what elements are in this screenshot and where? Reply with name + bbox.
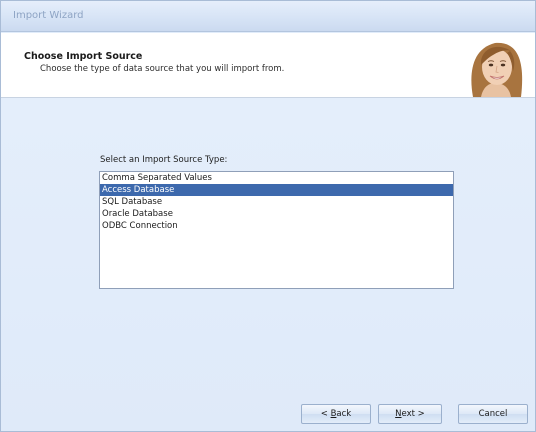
import-source-label: Select an Import Source Type: [100,155,228,165]
page-subtitle: Choose the type of data source that you … [40,64,285,74]
list-item-odbc-connection[interactable]: ODBC Connection [100,220,453,232]
wizard-header: Choose Import Source Choose the type of … [1,33,535,98]
import-source-listbox[interactable]: Comma Separated Values Access Database S… [99,171,454,289]
cancel-button[interactable]: Cancel [458,404,528,424]
back-button-label: ack [336,409,352,419]
woman-portrait-icon [463,35,527,97]
back-button-prefix: < [320,409,331,419]
page-title: Choose Import Source [24,51,143,62]
list-item-comma-separated-values[interactable]: Comma Separated Values [100,172,453,184]
list-item-oracle-database[interactable]: Oracle Database [100,208,453,220]
window-title: Import Wizard [13,10,84,21]
next-button-label: ext > [401,409,425,419]
title-bar: Import Wizard [1,1,535,32]
list-item-sql-database[interactable]: SQL Database [100,196,453,208]
next-button[interactable]: Next > [378,404,442,424]
import-wizard-window: Import Wizard Choose Import Source Choos… [0,0,536,432]
list-item-access-database[interactable]: Access Database [100,184,453,196]
back-button[interactable]: < Back [301,404,371,424]
